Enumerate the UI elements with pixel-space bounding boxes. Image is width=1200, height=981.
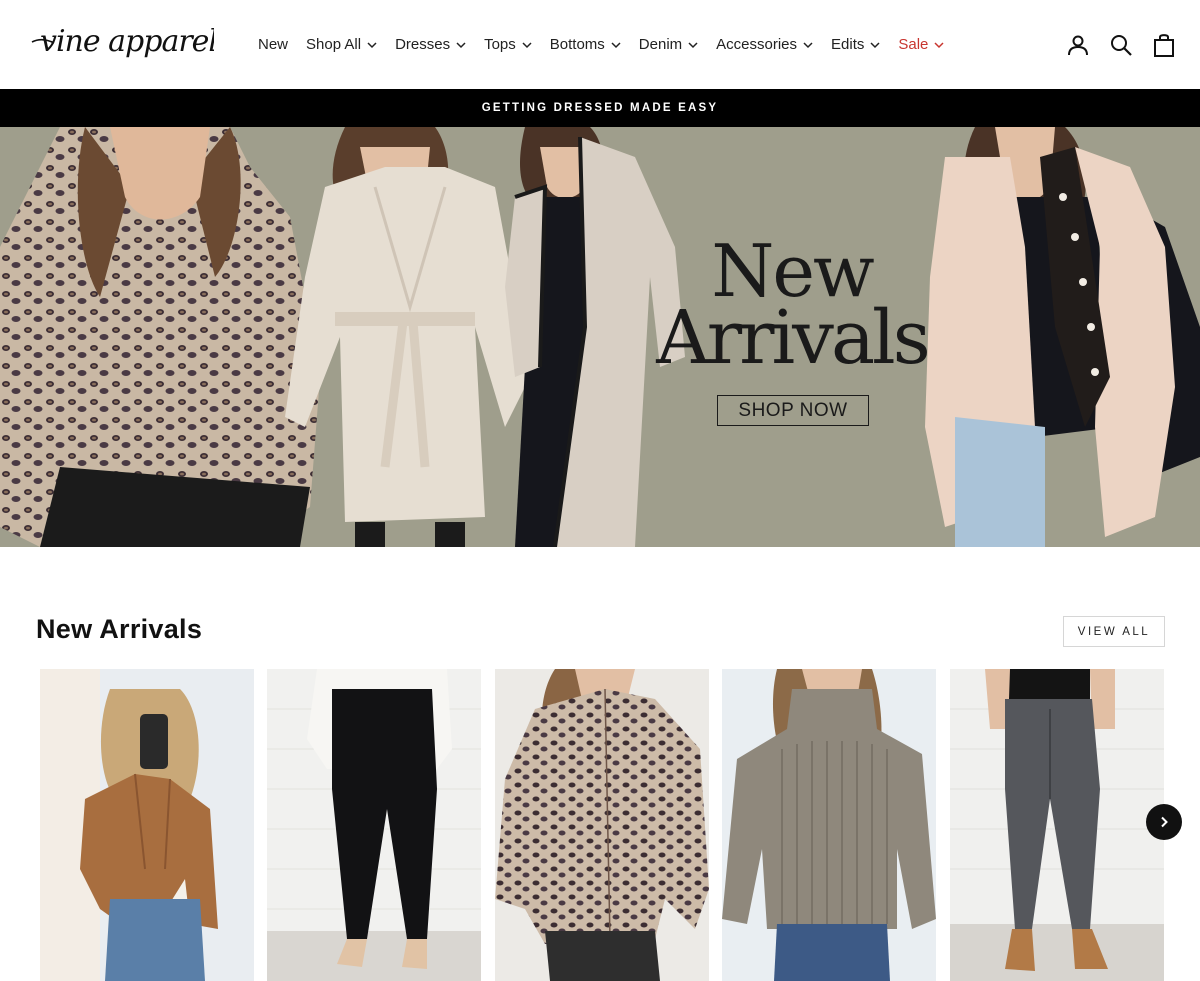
nav-label: Dresses: [395, 36, 451, 53]
svg-text:vine apparel: vine apparel: [40, 24, 214, 59]
product-image-taupe-knit-sweater: [722, 669, 936, 981]
chevron-down-icon: [803, 41, 813, 48]
nav-item-accessories[interactable]: Accessories: [716, 36, 813, 53]
product-image-grey-acid-wash-skinny-jeans: [950, 669, 1164, 981]
nav-item-denim[interactable]: Denim: [639, 36, 698, 53]
chevron-right-icon: [1161, 816, 1168, 828]
nav-label: Denim: [638, 36, 683, 53]
chevron-down-icon: [522, 41, 532, 48]
product-card[interactable]: [40, 669, 254, 981]
nav-item-bottoms[interactable]: Bottoms: [550, 36, 621, 53]
nav-label: Accessories: [716, 36, 798, 53]
product-card[interactable]: [495, 669, 709, 981]
brand-logo[interactable]: vine apparel: [30, 18, 218, 68]
view-all-button[interactable]: VIEW ALL: [1063, 616, 1165, 647]
nav-label: New: [258, 36, 289, 53]
carousel-next-button[interactable]: [1146, 804, 1182, 840]
chevron-down-icon: [611, 41, 621, 48]
chevron-down-icon: [934, 41, 944, 48]
nav-item-edits[interactable]: Edits: [831, 36, 880, 53]
nav-item-new[interactable]: New: [258, 36, 288, 53]
nav-label: Sale: [898, 36, 929, 53]
section-title: New Arrivals: [36, 614, 203, 644]
nav-label: Tops: [484, 36, 516, 53]
account-icon[interactable]: [1066, 33, 1090, 57]
nav-item-sale[interactable]: Sale: [898, 36, 944, 53]
search-icon[interactable]: [1109, 33, 1133, 57]
product-carousel: [40, 669, 1164, 981]
hero-title-line2: Arrivals: [656, 295, 930, 382]
chevron-down-icon: [688, 41, 698, 48]
nav-item-shop-all[interactable]: Shop All: [306, 36, 377, 53]
announcement-text: GETTING DRESSED MADE EASY: [481, 102, 719, 114]
cart-icon[interactable]: [1152, 33, 1176, 57]
nav-label: Edits: [831, 36, 865, 53]
hero-model-leopard-blouse: [0, 127, 320, 547]
chevron-down-icon: [367, 41, 377, 48]
header-actions: [1047, 0, 1176, 89]
chevron-down-icon: [456, 41, 466, 48]
site-header: vine apparel New Shop All Dresses Tops B…: [0, 0, 1200, 89]
main-nav: New Shop All Dresses Tops Bottoms Denim …: [258, 0, 962, 89]
product-image-leopard-print-button-up-top: [495, 669, 709, 981]
hero-title: New Arrivals: [652, 235, 932, 382]
nav-label: Shop All: [306, 36, 362, 53]
hero-banner[interactable]: New Arrivals SHOP NOW: [0, 127, 1200, 547]
chevron-down-icon: [870, 41, 880, 48]
nav-item-dresses[interactable]: Dresses: [395, 36, 466, 53]
product-card[interactable]: [950, 669, 1164, 981]
product-image-black-leggings: [267, 669, 481, 981]
product-card[interactable]: [267, 669, 481, 981]
shop-now-button[interactable]: SHOP NOW: [717, 395, 869, 426]
product-card[interactable]: [722, 669, 936, 981]
product-image-tan-suede-moto-jacket: [40, 669, 254, 981]
announcement-bar: GETTING DRESSED MADE EASY: [0, 89, 1200, 127]
hero-model-faux-fur-vest: [925, 127, 1200, 547]
nav-label: Bottoms: [549, 36, 605, 53]
nav-item-tops[interactable]: Tops: [484, 36, 532, 53]
